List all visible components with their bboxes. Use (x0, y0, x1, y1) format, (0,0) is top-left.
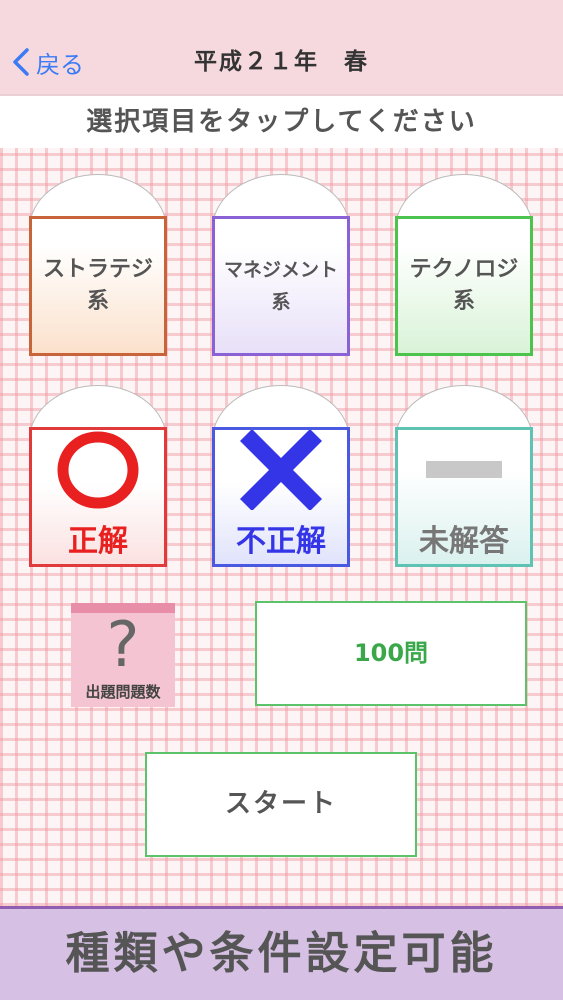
filter-correct-button[interactable]: 正解 (29, 385, 167, 575)
filter-unanswered-button[interactable]: 未解答 (395, 385, 533, 575)
start-button[interactable]: スタート (145, 752, 417, 857)
category-card: テクノロジ 系 (395, 216, 533, 356)
category-label: ストラテジ 系 (42, 257, 153, 314)
result-card: 不正解 (212, 427, 350, 567)
question-count-label: 出題問題数 (85, 683, 161, 701)
dash-icon (421, 430, 507, 510)
category-strategy-button[interactable]: ストラテジ 系 (29, 174, 167, 364)
question-mark-icon: ? (106, 608, 140, 681)
instruction-text: 選択項目をタップしてください (0, 96, 563, 148)
filter-incorrect-button[interactable]: 不正解 (212, 385, 350, 575)
category-technology-button[interactable]: テクノロジ 系 (395, 174, 533, 364)
category-management-button[interactable]: マネジメント 系 (212, 174, 350, 364)
promo-banner: 種類や条件設定可能 (0, 906, 563, 1000)
unanswered-label: 未解答 (419, 524, 509, 559)
circle-icon (55, 430, 141, 510)
nav-bar: 戻る 平成２１年 春 (0, 0, 563, 96)
incorrect-label: 不正解 (236, 524, 326, 559)
category-label: マネジメント 系 (223, 259, 338, 313)
category-card: マネジメント 系 (212, 216, 350, 356)
cross-icon (238, 430, 324, 510)
question-count-selector[interactable]: ? 出題問題数 (71, 603, 175, 707)
result-card: 未解答 (395, 427, 533, 567)
question-count-value-button[interactable]: 100問 (255, 601, 527, 706)
result-card: 正解 (29, 427, 167, 567)
correct-label: 正解 (68, 524, 128, 559)
category-label: テクノロジ 系 (409, 257, 519, 314)
category-card: ストラテジ 系 (29, 216, 167, 356)
page-title: 平成２１年 春 (194, 49, 369, 75)
